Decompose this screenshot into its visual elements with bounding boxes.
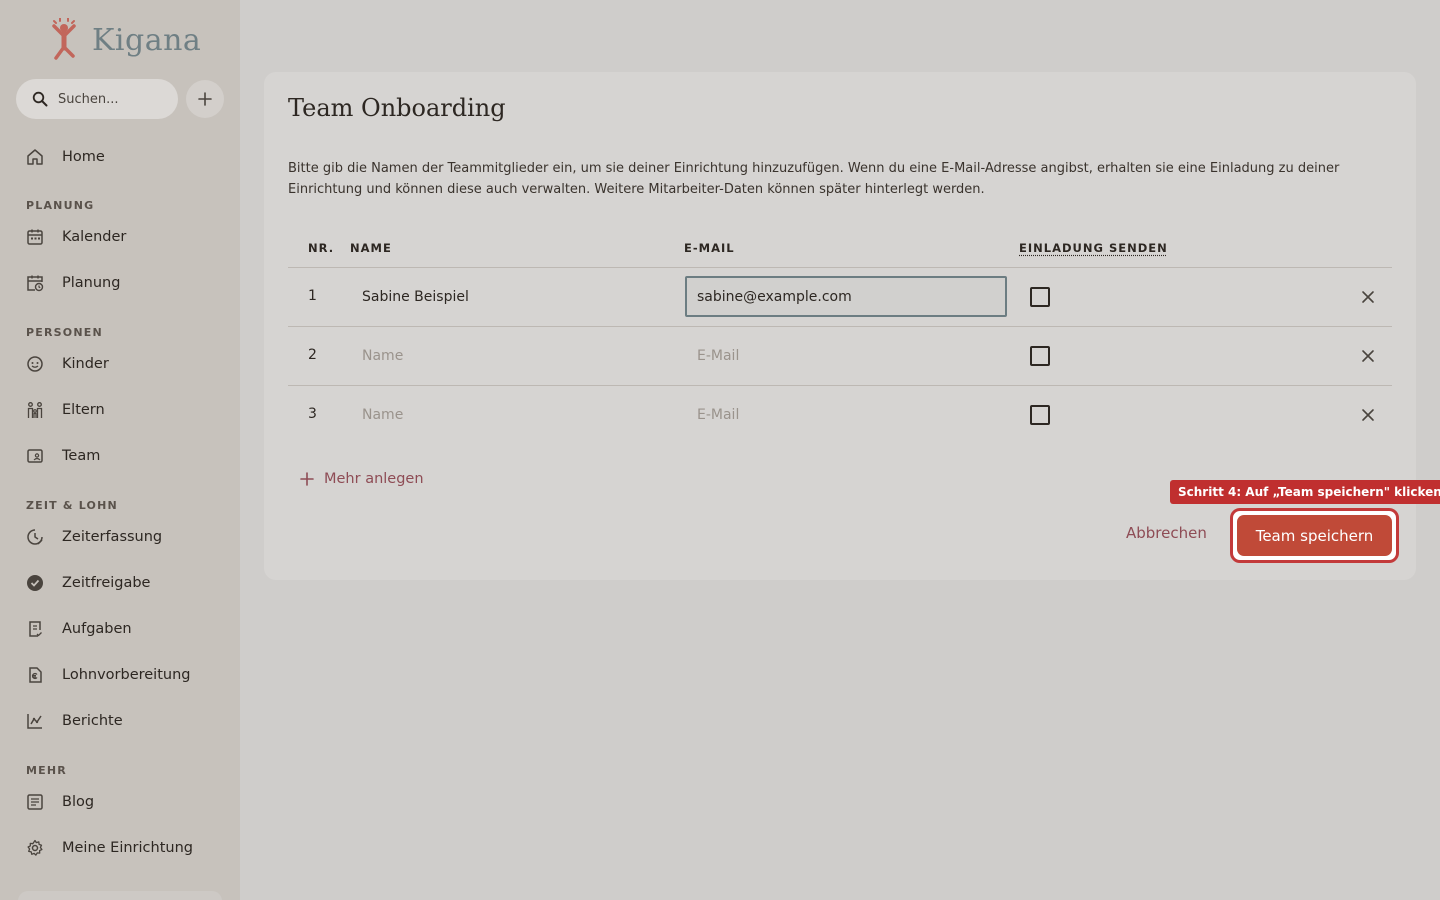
calendar-icon (26, 228, 44, 246)
email-input[interactable] (697, 407, 1007, 423)
nav-item-aufgaben[interactable]: Aufgaben (26, 617, 132, 641)
nav-item-label: Eltern (62, 402, 105, 418)
email-input[interactable] (697, 289, 1005, 305)
brand-name: Kigana (92, 23, 201, 58)
column-header-email: E-MAIL (684, 241, 735, 255)
plus-icon (198, 92, 212, 106)
search-input[interactable] (58, 92, 168, 107)
sidebar: Kigana Home PLANUNG Kalender (0, 0, 240, 900)
calendar-clock-icon (26, 274, 44, 292)
brand[interactable]: Kigana (46, 18, 201, 62)
table-divider (288, 267, 1392, 268)
close-icon[interactable] (1360, 289, 1376, 305)
kigana-logo-icon (46, 18, 82, 62)
plus-icon (300, 472, 314, 486)
invite-checkbox[interactable] (1030, 287, 1050, 307)
nav-item-berichte[interactable]: Berichte (26, 709, 123, 733)
nav-item-zeiterfassung[interactable]: Zeiterfassung (26, 525, 162, 549)
family-icon (26, 401, 44, 419)
nav-item-lohnvorbereitung[interactable]: Lohnvorbereitung (26, 663, 190, 687)
chart-icon (26, 712, 44, 730)
nav-item-home[interactable]: Home (26, 145, 105, 169)
add-button[interactable] (186, 80, 224, 118)
search-icon (32, 91, 48, 107)
nav-item-label: Planung (62, 275, 120, 291)
name-field[interactable] (350, 277, 670, 317)
nav-item-label: Team (62, 448, 100, 464)
row-number: 1 (308, 288, 317, 304)
home-icon (26, 148, 44, 166)
nav-item-kinder[interactable]: Kinder (26, 352, 109, 376)
card-description: Bitte gib die Namen der Teammitglieder e… (288, 158, 1368, 200)
email-field[interactable] (685, 395, 1007, 435)
row-number: 2 (308, 347, 317, 363)
id-card-icon (26, 447, 44, 465)
column-header-invite[interactable]: EINLADUNG SENDEN (1019, 241, 1168, 255)
add-more-button[interactable]: Mehr anlegen (300, 468, 424, 490)
close-icon[interactable] (1360, 348, 1376, 364)
nav-item-label: Meine Einrichtung (62, 840, 193, 856)
nav-item-label: Aufgaben (62, 621, 132, 637)
nav-item-label: Zeiterfassung (62, 529, 162, 545)
invite-checkbox[interactable] (1030, 346, 1050, 366)
row-number: 3 (308, 406, 317, 422)
email-field[interactable] (685, 336, 1007, 376)
email-field[interactable] (685, 276, 1007, 317)
column-header-name: NAME (350, 241, 392, 255)
task-list-icon (26, 620, 44, 638)
nav-item-team[interactable]: Team (26, 444, 100, 468)
sidebar-user-panel[interactable] (18, 891, 222, 900)
save-team-button[interactable]: Team speichern (1237, 515, 1392, 556)
nav-item-label: Home (62, 149, 105, 165)
name-field[interactable] (350, 395, 670, 435)
cancel-button[interactable]: Abbrechen (1126, 524, 1207, 542)
name-input[interactable] (362, 348, 670, 364)
nav-item-planung[interactable]: Planung (26, 271, 120, 295)
add-more-label: Mehr anlegen (324, 471, 424, 487)
team-onboarding-card: Team Onboarding Bitte gib die Namen der … (264, 72, 1416, 580)
nav-item-zeitfreigabe[interactable]: Zeitfreigabe (26, 571, 150, 595)
nav-item-blog[interactable]: Blog (26, 790, 94, 814)
nav-item-meine-einrichtung[interactable]: Meine Einrichtung (26, 836, 193, 860)
name-input[interactable] (362, 407, 670, 423)
name-input[interactable] (362, 289, 670, 305)
email-input[interactable] (697, 348, 1007, 364)
nav-section-zeit-lohn: ZEIT & LOHN (26, 499, 118, 512)
nav-item-label: Zeitfreigabe (62, 575, 150, 591)
child-face-icon (26, 355, 44, 373)
invite-checkbox[interactable] (1030, 405, 1050, 425)
check-circle-icon (26, 574, 44, 592)
page-title: Team Onboarding (288, 94, 506, 122)
name-field[interactable] (350, 336, 670, 376)
nav-section-mehr: MEHR (26, 764, 67, 777)
nav-item-kalender[interactable]: Kalender (26, 225, 126, 249)
clock-icon (26, 528, 44, 546)
nav-section-personen: PERSONEN (26, 326, 103, 339)
nav-item-eltern[interactable]: Eltern (26, 398, 105, 422)
euro-document-icon (26, 666, 44, 684)
nav-item-label: Kalender (62, 229, 126, 245)
nav-item-label: Berichte (62, 713, 123, 729)
gear-icon (26, 839, 44, 857)
nav-item-label: Kinder (62, 356, 109, 372)
search-box[interactable] (16, 79, 178, 119)
article-icon (26, 793, 44, 811)
table-divider (288, 385, 1392, 386)
column-header-nr: NR. (308, 241, 334, 255)
nav-section-planung: PLANUNG (26, 199, 94, 212)
close-icon[interactable] (1360, 407, 1376, 423)
table-divider (288, 326, 1392, 327)
nav-item-label: Lohnvorbereitung (62, 667, 190, 683)
nav-item-label: Blog (62, 794, 94, 810)
tutorial-step-badge: Schritt 4: Auf „Team speichern" klicken (1170, 480, 1440, 504)
